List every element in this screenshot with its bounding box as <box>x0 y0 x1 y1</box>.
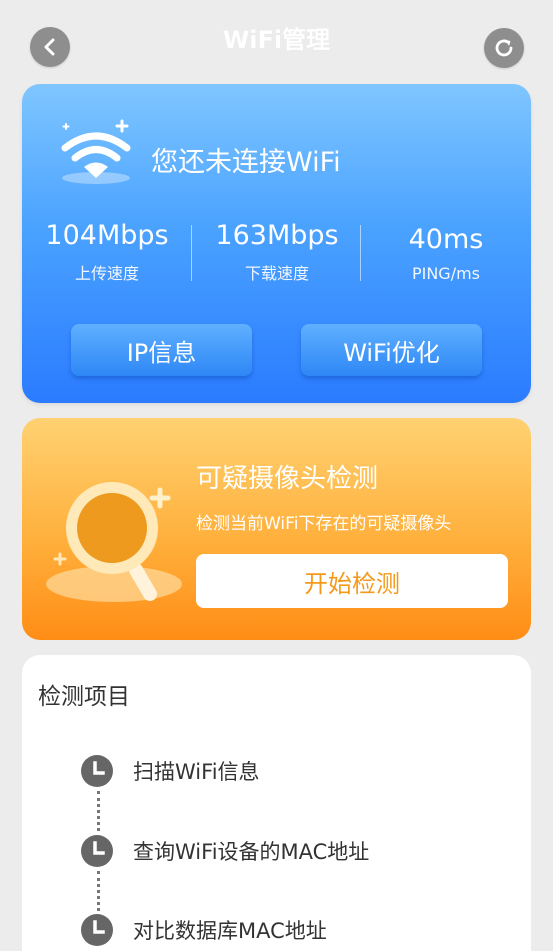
top-bar: WiFi管理 <box>0 0 553 80</box>
clock-icon <box>81 835 113 867</box>
step-label: 查询WiFi设备的MAC地址 <box>133 840 370 864</box>
clock-icon <box>81 755 113 787</box>
list-item: 查询WiFi设备的MAC地址 <box>80 834 369 868</box>
wifi-connection-status: 您还未连接WiFi <box>151 147 341 178</box>
list-item: 扫描WiFi信息 <box>80 754 260 788</box>
wifi-status-card: 您还未连接WiFi 104Mbps 上传速度 163Mbps 下载速度 40ms… <box>22 84 531 403</box>
page-title: WiFi管理 <box>222 26 331 54</box>
refresh-button[interactable] <box>484 28 524 68</box>
camera-detection-description: 检测当前WiFi下存在的可疑摄像头 <box>196 514 452 534</box>
refresh-icon <box>495 39 513 57</box>
clock-icon <box>81 914 113 946</box>
step-label: 扫描WiFi信息 <box>133 760 260 784</box>
upload-speed-stat: 104Mbps 上传速度 <box>22 218 192 284</box>
upload-speed-label: 上传速度 <box>74 264 139 283</box>
detection-items-title: 检测项目 <box>38 684 130 710</box>
download-speed-stat: 163Mbps 下载速度 <box>192 218 362 284</box>
download-speed-value: 163Mbps <box>215 220 339 251</box>
download-speed-label: 下载速度 <box>244 264 309 283</box>
magnifier-icon <box>46 482 182 602</box>
upload-speed-value: 104Mbps <box>45 220 169 251</box>
step-connector <box>97 791 100 831</box>
camera-detection-card: 可疑摄像头检测 检测当前WiFi下存在的可疑摄像头 开始检测 <box>22 418 531 640</box>
ip-info-button[interactable]: IP信息 <box>71 324 252 376</box>
ping-label: PING/ms <box>411 264 481 283</box>
ping-stat: 40ms PING/ms <box>361 222 531 283</box>
detection-items-card: 检测项目 扫描WiFi信息 查询WiFi设备的MAC地址 对比数据库MAC地址 <box>22 655 531 951</box>
list-item: 对比数据库MAC地址 <box>80 913 327 947</box>
ping-value: 40ms <box>408 224 484 255</box>
step-label: 对比数据库MAC地址 <box>133 919 327 943</box>
wifi-optimize-button[interactable]: WiFi优化 <box>301 324 482 376</box>
wifi-icon <box>61 119 131 184</box>
camera-detection-title: 可疑摄像头检测 <box>196 464 379 494</box>
step-connector <box>97 871 100 911</box>
start-detection-button[interactable]: 开始检测 <box>196 554 508 608</box>
